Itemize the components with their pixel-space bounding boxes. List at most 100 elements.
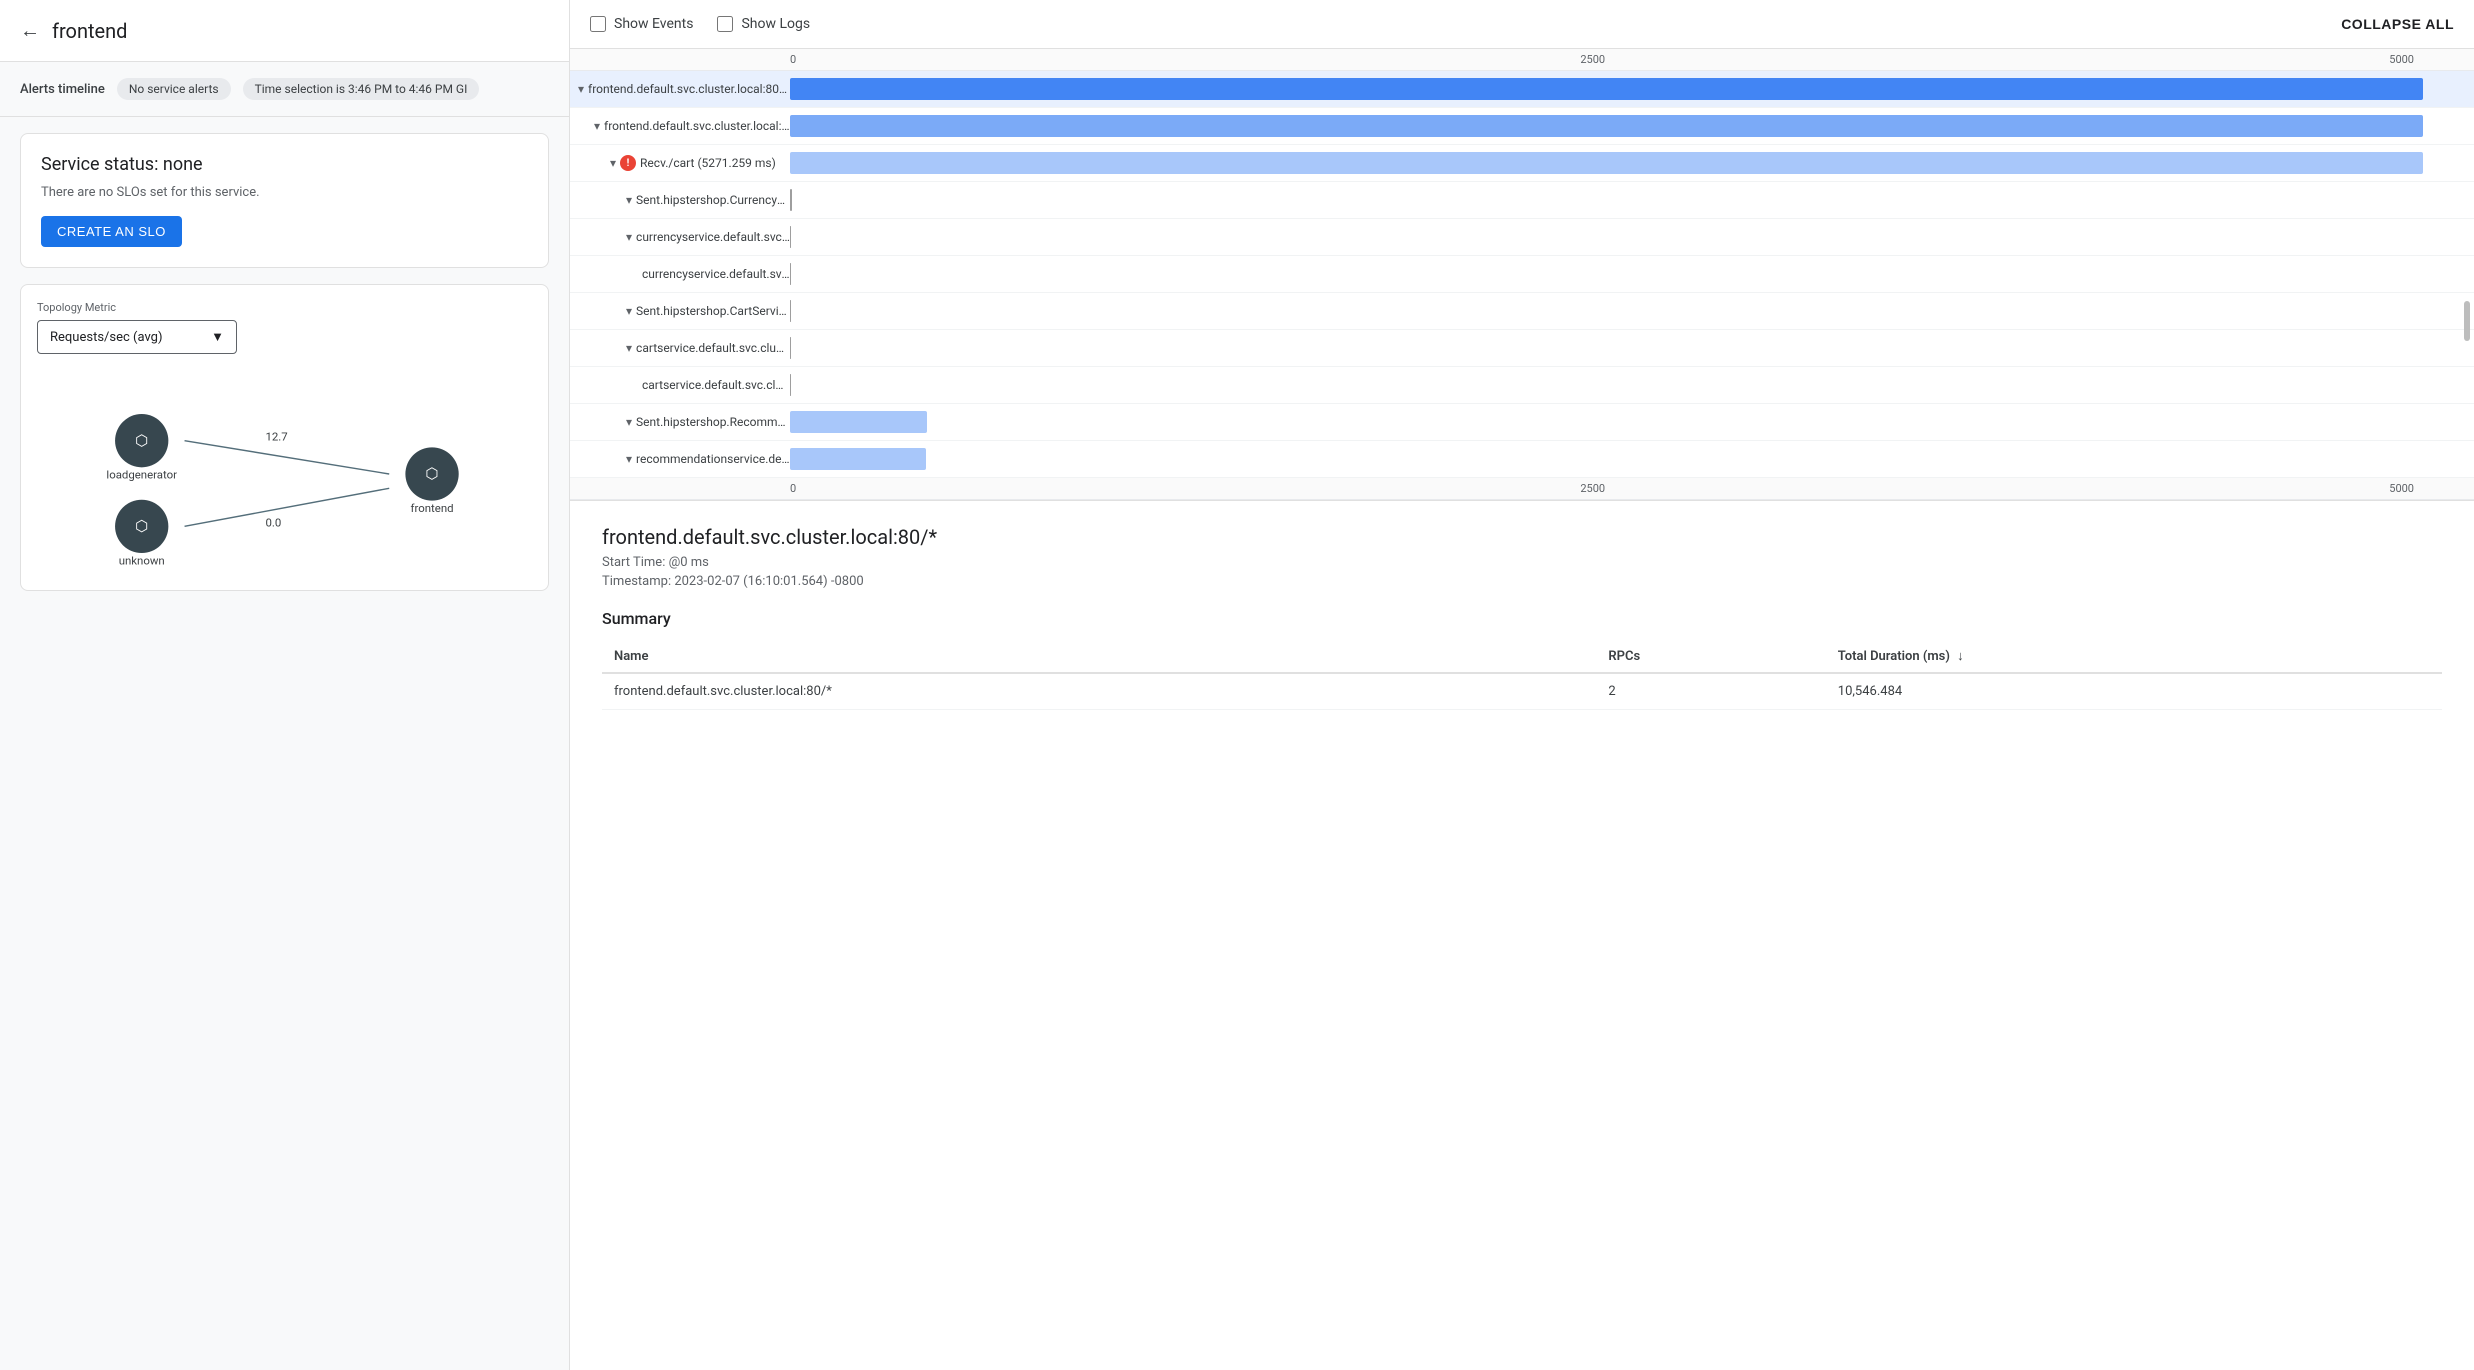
trace-bar-area xyxy=(790,330,2474,366)
trace-row[interactable]: ▾Sent.hipstershop.CurrencyService.GetSup… xyxy=(570,182,2474,219)
left-panel: ← frontend Alerts timeline No service al… xyxy=(0,0,570,1370)
trace-row[interactable]: currencyservice.default.svc.cluster.loca… xyxy=(570,256,2474,293)
axis-label-5000: 5000 xyxy=(2389,53,2414,66)
chevron-icon[interactable]: ▾ xyxy=(626,304,632,318)
create-slo-button[interactable]: CREATE AN SLO xyxy=(41,216,182,247)
alerts-label: Alerts timeline xyxy=(20,82,105,97)
show-logs-checkbox-label[interactable]: Show Logs xyxy=(717,16,810,32)
trace-row[interactable]: ▾ cartservice.default.svc.cluster.local:7… xyxy=(570,330,2474,367)
trace-row-label: cartservice.default.svc.cluster.local:70… xyxy=(642,378,790,392)
detail-timestamp: Timestamp: 2023-02-07 (16:10:01.564) -08… xyxy=(602,574,2442,589)
col-duration: Total Duration (ms) ↓ xyxy=(1826,640,2442,673)
right-panel: Show Events Show Logs COLLAPSE ALL 0 250… xyxy=(570,0,2474,1370)
show-events-checkbox-label[interactable]: Show Events xyxy=(590,16,693,32)
axis-bottom-label-2500: 2500 xyxy=(1580,482,1605,495)
show-events-checkbox[interactable] xyxy=(590,16,606,32)
topology-metric-select[interactable]: Requests/sec (avg) ▼ xyxy=(37,320,237,354)
back-button[interactable]: ← xyxy=(20,18,40,43)
trace-bar xyxy=(790,300,791,322)
trace-chart-area[interactable]: 0 2500 5000 ▾ frontend.default.svc.cluste… xyxy=(570,49,2474,501)
topology-section: Topology Metric Requests/sec (avg) ▼ 12.… xyxy=(20,284,549,591)
svg-text:12.7: 12.7 xyxy=(265,430,287,444)
alerts-section: Alerts timeline No service alerts Time s… xyxy=(0,62,569,117)
scrollbar[interactable] xyxy=(2464,301,2470,341)
trace-row-label: Recv./cart (5271.259 ms) xyxy=(640,156,776,170)
axis-labels-top: 0 2500 5000 xyxy=(790,53,2474,66)
bottom-axis: 0 2500 5000 xyxy=(570,478,2474,500)
trace-row-label: cartservice.default.svc.cluster.local:70… xyxy=(636,341,790,355)
trace-row-label: recommendationservice.default.svc.cluste… xyxy=(636,452,790,466)
svg-text:⬡: ⬡ xyxy=(135,517,148,535)
col-name: Name xyxy=(602,640,1596,673)
trace-bar xyxy=(790,189,792,211)
detail-summary-label: Summary xyxy=(602,609,2442,628)
trace-row[interactable]: ▾ frontend.default.svc.cluster.local:80/*… xyxy=(570,108,2474,145)
trace-bar-area xyxy=(790,71,2474,107)
trace-row[interactable]: ▾ frontend.default.svc.cluster.local:80/*… xyxy=(570,71,2474,108)
axis-label-2500: 2500 xyxy=(1580,53,1605,66)
chevron-icon[interactable]: ▾ xyxy=(594,119,600,133)
table-row: frontend.default.svc.cluster.local:80/*2… xyxy=(602,673,2442,710)
col-rpcs: RPCs xyxy=(1596,640,1825,673)
svg-text:frontend: frontend xyxy=(411,501,454,515)
trace-bar-area xyxy=(790,293,2474,329)
detail-title: frontend.default.svc.cluster.local:80/* xyxy=(602,525,2442,549)
table-cell-rpcs: 2 xyxy=(1596,673,1825,710)
trace-row[interactable]: ▾ recommendationservice.default.svc.clust… xyxy=(570,441,2474,478)
error-icon: ! xyxy=(620,155,636,171)
chevron-icon[interactable]: ▾ xyxy=(626,415,632,429)
detail-panel: frontend.default.svc.cluster.local:80/* … xyxy=(570,501,2474,1370)
top-bar: ← frontend xyxy=(0,0,569,62)
trace-bar-area xyxy=(790,182,2474,218)
top-axis: 0 2500 5000 xyxy=(570,49,2474,71)
trace-bar-area xyxy=(790,219,2474,255)
axis-label-0: 0 xyxy=(790,53,796,66)
trace-row-label: frontend.default.svc.cluster.local:80/* … xyxy=(604,119,790,133)
chevron-down-icon: ▼ xyxy=(211,329,224,345)
trace-bar xyxy=(790,337,791,359)
chevron-icon[interactable]: ▾ xyxy=(626,341,632,355)
trace-row-label: Sent.hipstershop.CartService.GetCart (4.… xyxy=(636,304,790,318)
time-chip: Time selection is 3:46 PM to 4:46 PM GI xyxy=(243,78,480,100)
detail-start-time: Start Time: @0 ms xyxy=(602,555,2442,570)
table-cell-duration: 10,546.484 xyxy=(1826,673,2442,710)
trace-row[interactable]: ▾ currencyservice.default.svc.cluster.loc… xyxy=(570,219,2474,256)
no-alerts-chip: No service alerts xyxy=(117,78,231,100)
service-status-title: Service status: none xyxy=(41,154,528,175)
trace-bar-area xyxy=(790,367,2474,403)
trace-row-label: Sent.hipstershop.RecommendationService.L… xyxy=(636,415,790,429)
service-status-desc: There are no SLOs set for this service. xyxy=(41,185,528,200)
trace-row-label: frontend.default.svc.cluster.local:80/* … xyxy=(588,82,790,96)
trace-row[interactable]: ▾ Sent.hipstershop.CartService.GetCart (4… xyxy=(570,293,2474,330)
trace-bar xyxy=(790,448,926,470)
trace-row[interactable]: cartservice.default.svc.cluster.local:70… xyxy=(570,367,2474,404)
axis-bottom-label-5000: 5000 xyxy=(2389,482,2414,495)
show-logs-checkbox[interactable] xyxy=(717,16,733,32)
trace-header: Show Events Show Logs COLLAPSE ALL xyxy=(570,0,2474,49)
trace-row[interactable]: ▾ Sent.hipstershop.RecommendationService.… xyxy=(570,404,2474,441)
svg-text:unknown: unknown xyxy=(119,553,165,567)
trace-row-label: currencyservice.default.svc.cluster.loca… xyxy=(636,230,790,244)
trace-row[interactable]: ▾! Recv./cart (5271.259 ms) xyxy=(570,145,2474,182)
topology-metric-label: Topology Metric xyxy=(37,301,532,314)
trace-bar xyxy=(790,78,2423,100)
show-events-label: Show Events xyxy=(614,16,693,32)
service-status-card: Service status: none There are no SLOs s… xyxy=(20,133,549,268)
chevron-icon[interactable]: ▾ xyxy=(610,156,616,170)
trace-bar-area xyxy=(790,108,2474,144)
svg-text:loadgenerator: loadgenerator xyxy=(106,468,177,482)
chevron-icon[interactable]: ▾ xyxy=(626,230,632,244)
svg-text:⬡: ⬡ xyxy=(135,431,148,449)
chevron-icon[interactable]: ▾ xyxy=(626,193,632,207)
trace-bar-area xyxy=(790,404,2474,440)
trace-bar xyxy=(790,152,2423,174)
trace-bar xyxy=(790,374,791,396)
axis-bottom-label-0: 0 xyxy=(790,482,796,495)
chevron-icon[interactable]: ▾ xyxy=(578,82,584,96)
collapse-all-button[interactable]: COLLAPSE ALL xyxy=(2341,16,2454,32)
trace-bar xyxy=(790,263,791,285)
topology-select-value: Requests/sec (avg) xyxy=(50,330,163,345)
chevron-icon[interactable]: ▾ xyxy=(626,452,632,466)
sort-icon: ↓ xyxy=(1957,648,1964,664)
topology-graph: 12.7 0.0 ⬡ loadgenerator ⬡ unknown ⬡ fro… xyxy=(37,374,532,574)
